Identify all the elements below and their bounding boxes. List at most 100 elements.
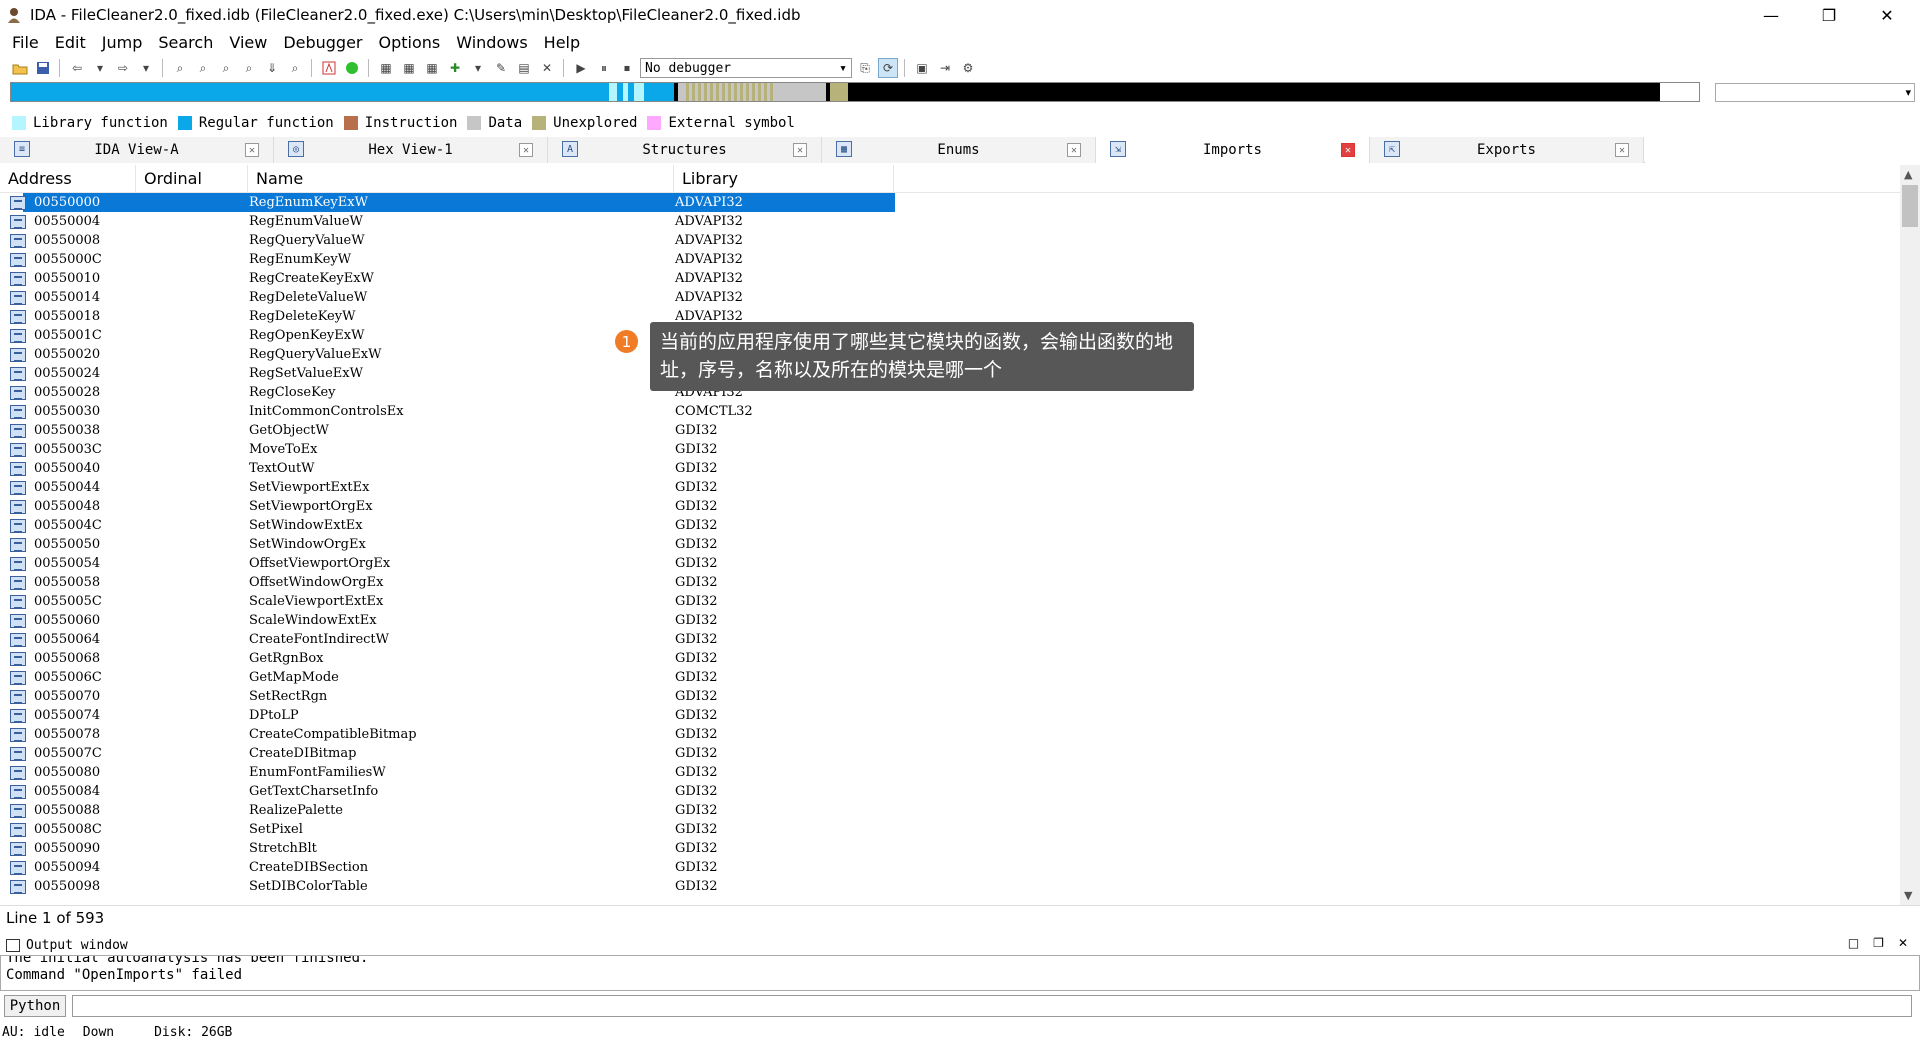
add-breakpoint-icon[interactable]: ✚ xyxy=(445,58,465,78)
delete-icon[interactable]: ✕ xyxy=(537,58,557,78)
run-green-icon[interactable] xyxy=(342,58,362,78)
table-row[interactable]: 00550070 SetRectRgn GDI32 xyxy=(0,687,1900,706)
search-next-icon[interactable]: ⌕ xyxy=(239,58,259,78)
table-row[interactable]: 00550094 CreateDIBSection GDI32 xyxy=(0,858,1900,877)
scroll-up-icon[interactable]: ▲ xyxy=(1904,168,1912,181)
menu-windows[interactable]: Windows xyxy=(448,33,535,52)
restore-button[interactable]: ❐ xyxy=(1800,0,1858,30)
forward-dropdown-icon[interactable]: ▾ xyxy=(136,58,156,78)
table-row[interactable]: 00550084 GetTextCharsetInfo GDI32 xyxy=(0,782,1900,801)
add-dropdown-icon[interactable]: ▾ xyxy=(468,58,488,78)
scroll-thumb[interactable] xyxy=(1902,185,1918,227)
graph-view-icon[interactable] xyxy=(319,58,339,78)
close-icon[interactable]: ✕ xyxy=(519,143,533,157)
close-icon[interactable]: ✕ xyxy=(1615,143,1629,157)
minimize-button[interactable]: — xyxy=(1742,0,1800,30)
jump-down-icon[interactable]: ⇓ xyxy=(262,58,282,78)
tab-imports[interactable]: ⇲ Imports ✕ xyxy=(1096,137,1370,163)
window-list-icon[interactable]: ▣ xyxy=(912,58,932,78)
table-row[interactable]: 00550014 RegDeleteValueW ADVAPI32 xyxy=(0,288,1900,307)
close-icon[interactable]: ✕ xyxy=(1898,936,1908,950)
back-arrow-icon[interactable]: ⇦ xyxy=(67,58,87,78)
patch-icon[interactable]: ✎ xyxy=(491,58,511,78)
table-row[interactable]: 00550090 StretchBlt GDI32 xyxy=(0,839,1900,858)
column-address[interactable]: Address xyxy=(0,165,136,193)
column-ordinal[interactable]: Ordinal xyxy=(136,165,248,193)
table-row[interactable]: 00550098 SetDIBColorTable GDI32 xyxy=(0,877,1900,896)
open-folder-icon[interactable] xyxy=(10,58,30,78)
column-library[interactable]: Library xyxy=(674,165,894,193)
table-row[interactable]: 00550008 RegQueryValueW ADVAPI32 xyxy=(0,231,1900,250)
table-row[interactable]: 0055005C ScaleViewportExtEx GDI32 xyxy=(0,592,1900,611)
output-text[interactable]: The initial autoanalysis has been finish… xyxy=(0,955,1920,991)
menu-jump[interactable]: Jump xyxy=(94,33,151,52)
table-row[interactable]: 00550048 SetViewportOrgEx GDI32 xyxy=(0,497,1900,516)
table-row[interactable]: 00550064 CreateFontIndirectW GDI32 xyxy=(0,630,1900,649)
pause-debug-icon[interactable]: ⏸ xyxy=(594,58,614,78)
tab-structures[interactable]: A Structures ✕ xyxy=(548,137,822,163)
debugger-select[interactable]: No debugger ▾ xyxy=(640,58,852,78)
python-button[interactable]: Python xyxy=(4,995,66,1017)
python-command-input[interactable] xyxy=(72,995,1912,1017)
table-row[interactable]: 0055004C SetWindowExtEx GDI32 xyxy=(0,516,1900,535)
table-row[interactable]: 00550080 EnumFontFamiliesW GDI32 xyxy=(0,763,1900,782)
menu-debugger[interactable]: Debugger xyxy=(275,33,370,52)
save-icon[interactable] xyxy=(33,58,53,78)
search-binary-icon[interactable]: ⌕ xyxy=(193,58,213,78)
table-row[interactable]: 00550040 TextOutW GDI32 xyxy=(0,459,1900,478)
menu-file[interactable]: File xyxy=(4,33,47,52)
table-row[interactable]: 00550044 SetViewportExtEx GDI32 xyxy=(0,478,1900,497)
make-string-icon[interactable]: ▦ xyxy=(422,58,442,78)
nav-band-combo[interactable]: ▾ xyxy=(1715,83,1915,102)
close-icon[interactable]: ✕ xyxy=(1067,143,1081,157)
menu-help[interactable]: Help xyxy=(536,33,588,52)
table-row[interactable]: 00550010 RegCreateKeyExW ADVAPI32 xyxy=(0,269,1900,288)
search-sequence-icon[interactable]: ⌕ xyxy=(285,58,305,78)
table-row[interactable]: 0055003C MoveToEx GDI32 xyxy=(0,440,1900,459)
undefine-icon[interactable]: ▤ xyxy=(514,58,534,78)
table-row[interactable]: 00550038 GetObjectW GDI32 xyxy=(0,421,1900,440)
table-row[interactable]: 00550058 OffsetWindowOrgEx GDI32 xyxy=(0,573,1900,592)
menu-search[interactable]: Search xyxy=(150,33,221,52)
column-name[interactable]: Name xyxy=(248,165,674,193)
table-row[interactable]: 00550088 RealizePalette GDI32 xyxy=(0,801,1900,820)
menu-options[interactable]: Options xyxy=(371,33,449,52)
scroll-down-icon[interactable]: ▼ xyxy=(1904,889,1912,902)
make-code-icon[interactable]: ▦ xyxy=(376,58,396,78)
table-row[interactable]: 00550004 RegEnumValueW ADVAPI32 xyxy=(0,212,1900,231)
table-row[interactable]: 0055008C SetPixel GDI32 xyxy=(0,820,1900,839)
search-text-icon[interactable]: ⌕ xyxy=(170,58,190,78)
step-into-icon[interactable]: ⇥ xyxy=(935,58,955,78)
menu-edit[interactable]: Edit xyxy=(47,33,94,52)
menu-view[interactable]: View xyxy=(221,33,275,52)
table-row[interactable]: 00550030 InitCommonControlsEx COMCTL32 xyxy=(0,402,1900,421)
search-immediate-icon[interactable]: ⌕ xyxy=(216,58,236,78)
vertical-scrollbar[interactable]: ▲ ▼ xyxy=(1900,165,1920,905)
table-row[interactable]: 0055000C RegEnumKeyW ADVAPI32 xyxy=(0,250,1900,269)
start-debug-icon[interactable]: ▶ xyxy=(571,58,591,78)
back-dropdown-icon[interactable]: ▾ xyxy=(90,58,110,78)
table-row[interactable]: 00550050 SetWindowOrgEx GDI32 xyxy=(0,535,1900,554)
tab-enums[interactable]: ▦ Enums ✕ xyxy=(822,137,1096,163)
close-window-button[interactable]: ✕ xyxy=(1858,0,1916,30)
table-row[interactable]: 0055007C CreateDIBitmap GDI32 xyxy=(0,744,1900,763)
maximize-icon[interactable]: □ xyxy=(1848,936,1859,950)
imports-table[interactable]: Address Ordinal Name Library 00550000 Reg… xyxy=(0,165,1900,905)
float-icon[interactable]: ❐ xyxy=(1873,936,1884,950)
attach-process-icon[interactable]: ⎘ xyxy=(855,58,875,78)
table-row[interactable]: 00550054 OffsetViewportOrgEx GDI32 xyxy=(0,554,1900,573)
stop-debug-icon[interactable]: ⏹ xyxy=(617,58,637,78)
forward-arrow-icon[interactable]: ⇨ xyxy=(113,58,133,78)
refresh-icon[interactable]: ⟳ xyxy=(878,58,898,78)
table-row[interactable]: 00550074 DPtoLP GDI32 xyxy=(0,706,1900,725)
table-row[interactable]: 00550000 RegEnumKeyExW ADVAPI32 xyxy=(0,193,1900,212)
close-icon[interactable]: ✕ xyxy=(1341,143,1355,157)
table-row[interactable]: 00550060 ScaleWindowExtEx GDI32 xyxy=(0,611,1900,630)
table-row[interactable]: 00550068 GetRgnBox GDI32 xyxy=(0,649,1900,668)
table-row[interactable]: 0055006C GetMapMode GDI32 xyxy=(0,668,1900,687)
settings-icon[interactable]: ⚙ xyxy=(958,58,978,78)
tab-hex-view-1[interactable]: ◎ Hex View-1 ✕ xyxy=(274,137,548,163)
make-data-icon[interactable]: ▦ xyxy=(399,58,419,78)
close-icon[interactable]: ✕ xyxy=(793,143,807,157)
close-icon[interactable]: ✕ xyxy=(245,143,259,157)
